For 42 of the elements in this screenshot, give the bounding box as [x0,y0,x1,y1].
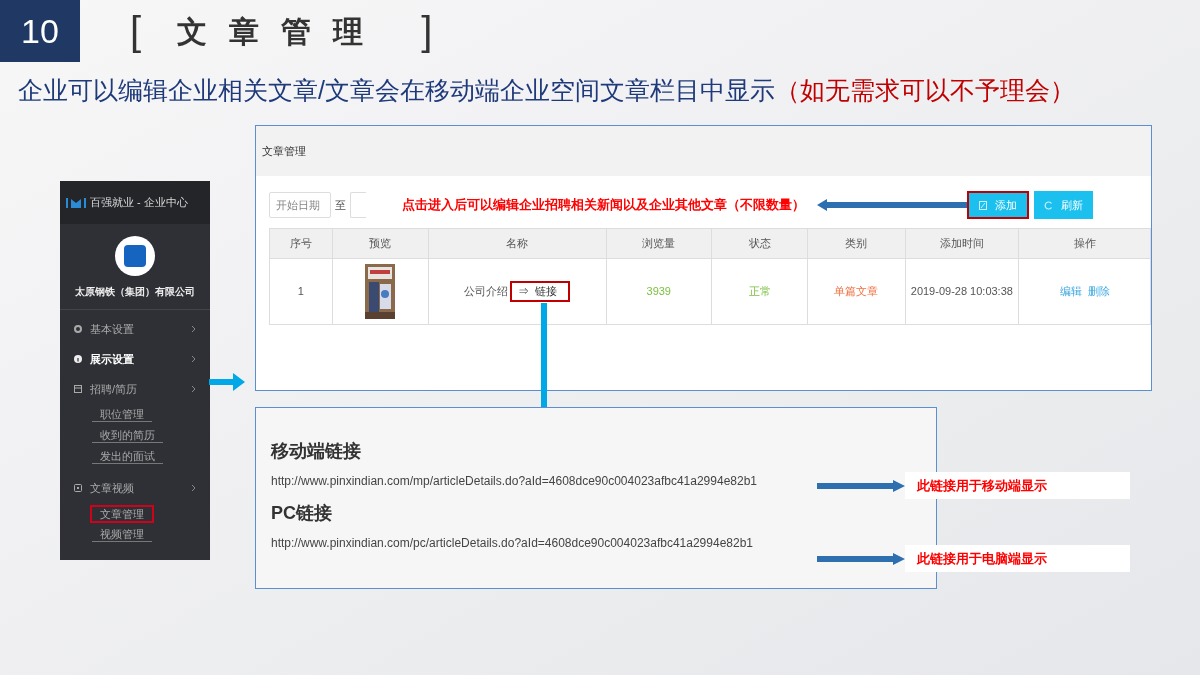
subtitle: 企业可以编辑企业相关文章/文章会在移动端企业空间文章栏目中显示 [18,75,775,106]
submenu-item[interactable]: 文章管理 [90,504,154,523]
category-label: 单篇文章 [807,258,906,325]
panel-title: 文章管理 [262,143,306,159]
date-separator: 至 [335,197,346,213]
column-header: 名称 [428,228,607,259]
table-cell: 2019-09-28 10:03:38 [905,258,1019,325]
column-header: 浏览量 [606,228,712,259]
column-header: 预览 [332,228,429,259]
note-label: 此链接用于移动端显示 [905,472,1130,499]
table-cell-text: 公司介绍 [464,284,509,300]
menu-item[interactable]: 文章视频 [60,473,210,503]
column-header: 状态 [711,228,808,259]
column-header: 类别 [807,228,906,259]
menu-item[interactable]: 展示设置 [60,344,210,374]
slide-title: 文章管理 [177,13,386,50]
date-field[interactable]: 开始日期 [269,192,331,218]
table-cell: 1 [269,258,333,325]
url-text: http://www.pinxindian.com/pc/articleDetails.do?aId=4608dce90c004023afbc41a2994e82b1 [271,535,753,552]
column-header: 操作 [1018,228,1151,259]
url-text: http://www.pinxindian.com/mp/articleDetails.do?aId=4608dce90c004023afbc41a2994e82b1 [271,473,757,490]
company-name: 太原钢铁（集团）有限公司 [75,285,195,299]
menu-item[interactable]: 招聘/简历 [60,374,210,404]
table-cell: 3939 [606,258,712,325]
section-heading: 移动端链接 [271,440,362,463]
submenu-item[interactable]: 收到的简历 [92,428,163,443]
annotation: 点击进入后可以编辑企业招聘相关新闻以及企业其他文章（不限数量） [402,196,805,215]
submenu-item[interactable]: 职位管理 [92,407,152,422]
column-header: 序号 [269,228,333,259]
brand-name: 百强就业 - 企业中心 [90,195,188,211]
column-header: 添加时间 [905,228,1019,259]
submenu-item[interactable]: 发出的面试 [92,449,163,464]
menu-item[interactable]: 基本设置 [60,314,210,344]
subtitle-note: （如无需求可以不予理会） [774,75,1075,106]
note-label: 此链接用于电脑端显示 [905,545,1130,572]
submenu-item[interactable]: 视频管理 [92,527,152,542]
section-heading: PC链接 [271,502,333,525]
slide-number: 10 [0,0,80,62]
link-label[interactable]: ⇒ 链接 [510,281,571,302]
status-label: 正常 [711,258,808,325]
bracket: ] [421,8,433,55]
bracket: [ [130,8,142,55]
